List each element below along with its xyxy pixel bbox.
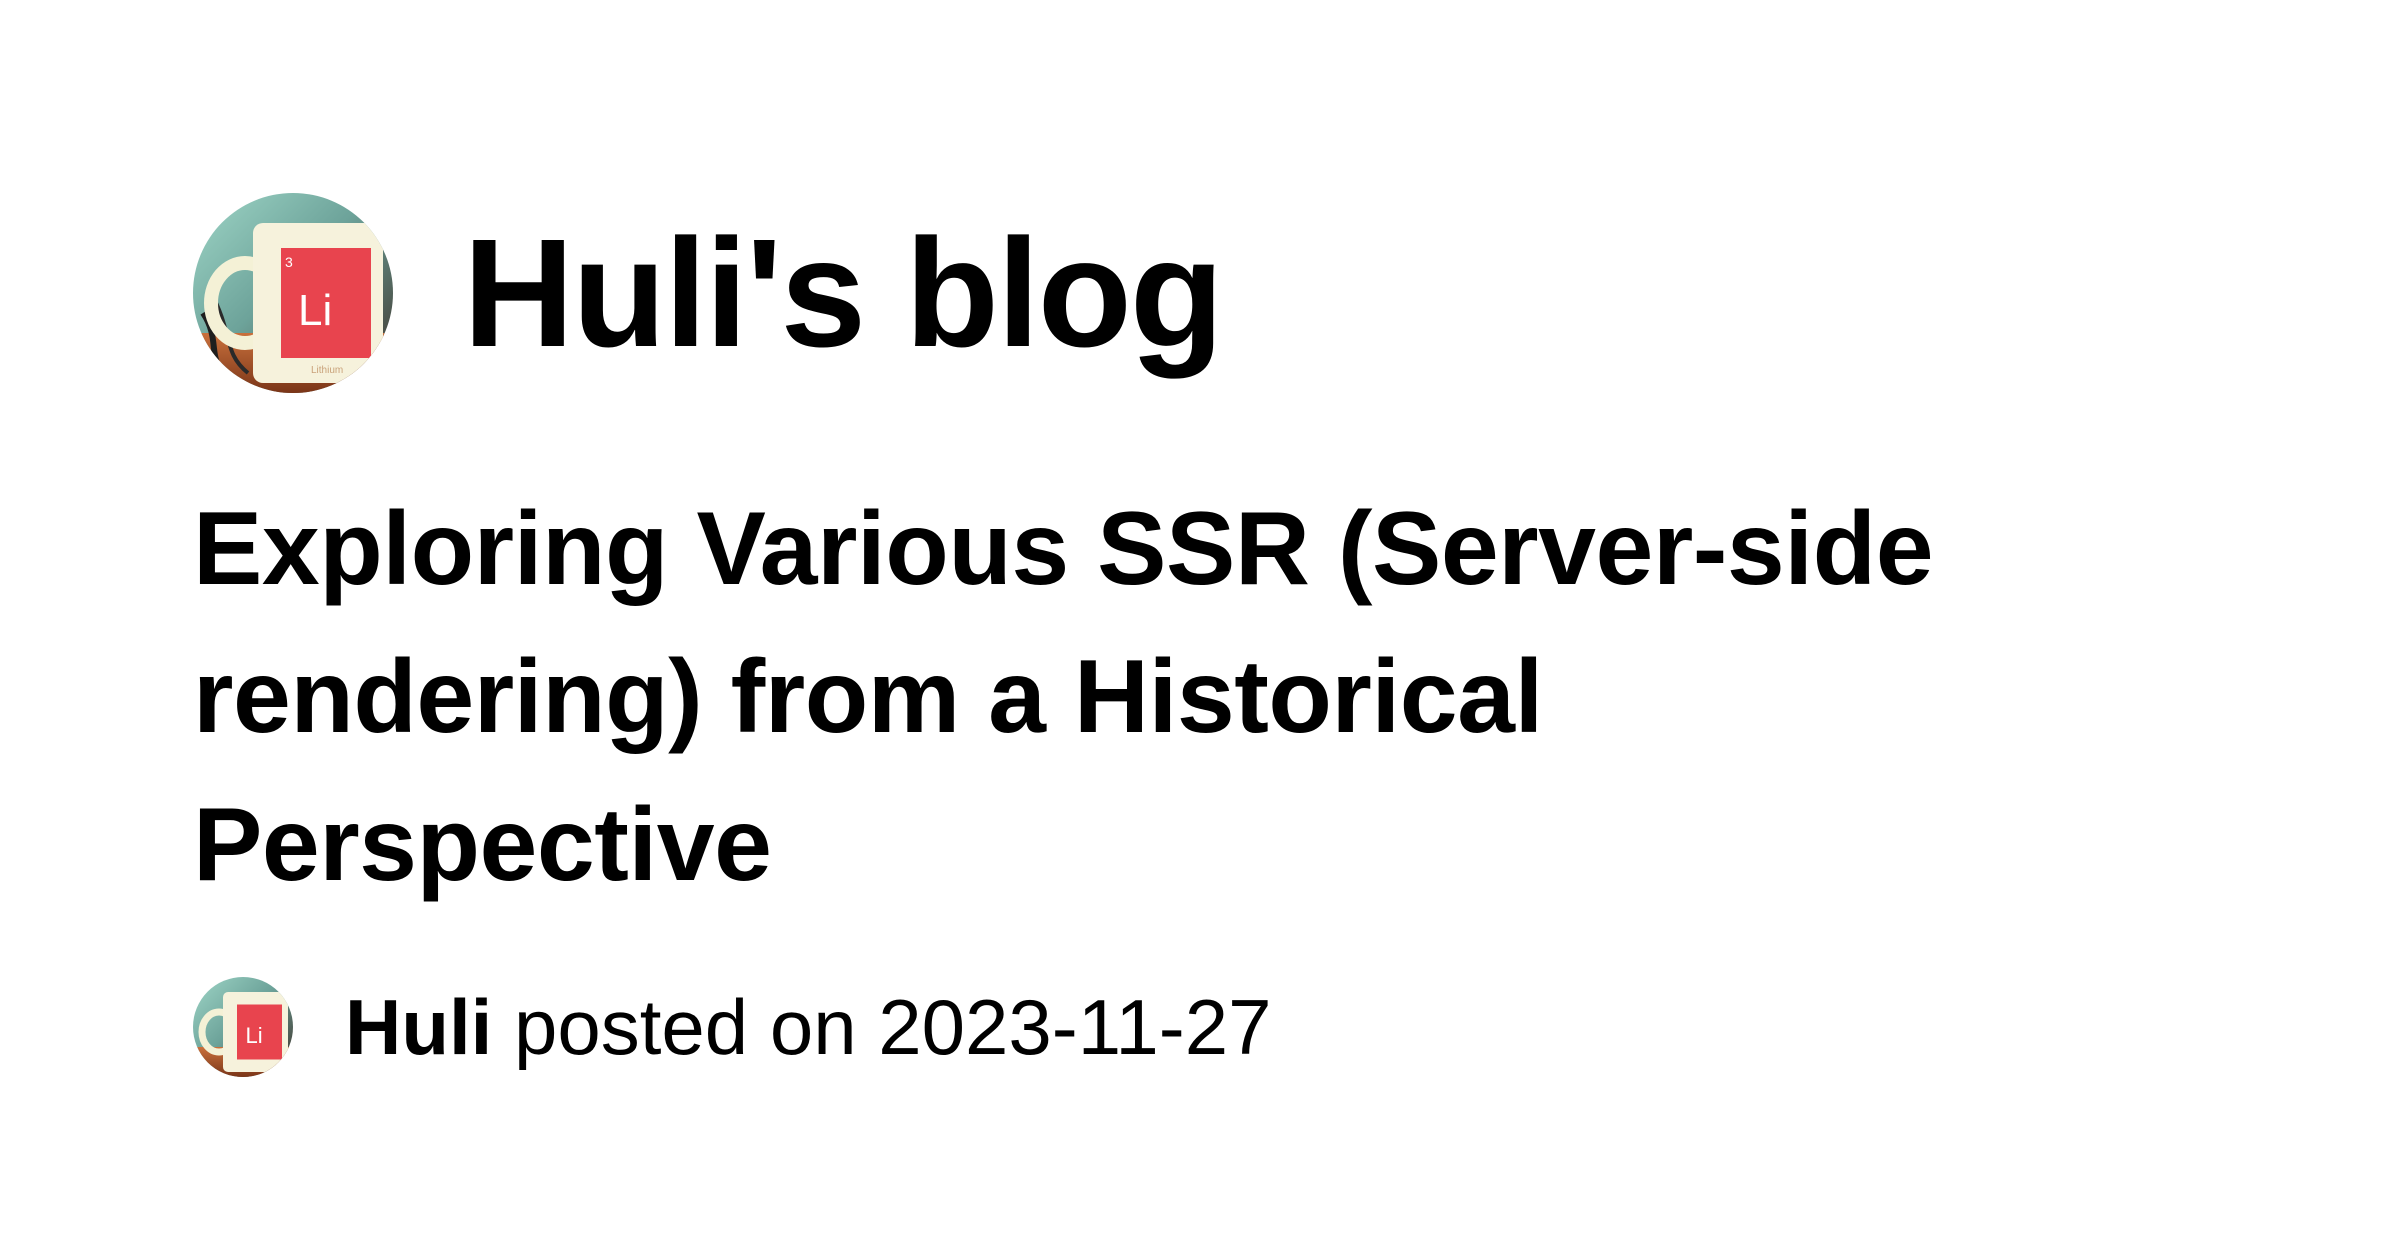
blog-title[interactable]: Huli's blog <box>463 216 1224 370</box>
blog-post-card: 3 Li Lithium Huli's blog Exploring Vario… <box>0 0 2400 1260</box>
mug-symbol: Li <box>298 286 332 335</box>
post-byline: Huli posted on 2023-11-27 <box>345 988 1272 1066</box>
author-avatar[interactable]: Li <box>193 977 293 1077</box>
blog-header: 3 Li Lithium Huli's blog <box>193 193 1224 393</box>
post-meta: Li Huli posted on 2023-11-27 <box>193 977 1272 1077</box>
mug-number: 3 <box>285 254 293 270</box>
blog-avatar[interactable]: 3 Li Lithium <box>193 193 393 393</box>
mug-avatar-icon: 3 Li Lithium <box>193 193 393 393</box>
author-name[interactable]: Huli <box>345 983 492 1071</box>
post-title[interactable]: Exploring Various SSR (Server-side rende… <box>193 475 2143 919</box>
mug-avatar-icon: Li <box>193 977 293 1077</box>
mug-subtext: Lithium <box>311 365 343 376</box>
post-date: posted on 2023-11-27 <box>514 983 1272 1071</box>
mug-symbol: Li <box>246 1023 263 1048</box>
